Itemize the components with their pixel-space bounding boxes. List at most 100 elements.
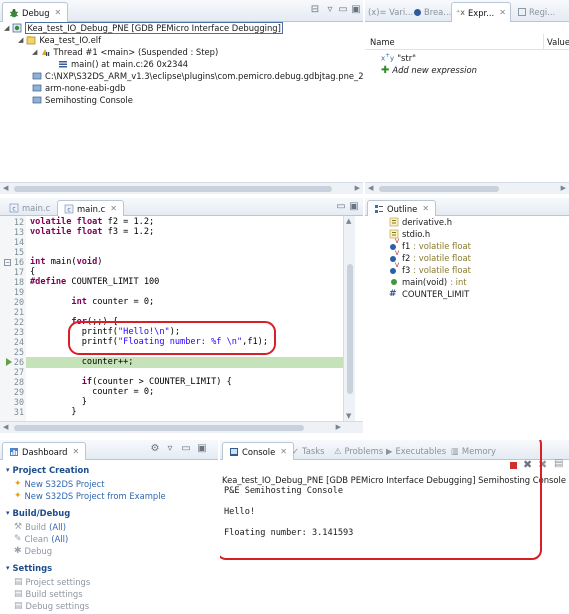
scroll-down-icon[interactable]: ▼ [346,412,351,420]
editor-hscroll[interactable]: ◀ ▶ [0,421,363,433]
close-icon[interactable]: ✕ [72,447,79,456]
close-icon[interactable]: ✕ [422,204,429,213]
tab-debug[interactable]: Debug ✕ [2,2,69,22]
outline-item-variable[interactable]: V f3 : volatile float [389,262,471,276]
build-all-link[interactable]: (All) [49,522,66,532]
expand-arrow-icon[interactable]: ◢ [18,36,23,44]
minimize-icon[interactable]: ▭ [180,443,192,455]
line-number: 18 [13,277,24,287]
launch-item[interactable]: ◢ Kea_test_IO_Debug_PNE [GDB PEMicro Int… [4,22,283,34]
link-project-settings[interactable]: ▤ Project settings [14,576,90,588]
gdb-path-item[interactable]: C:\NXP\S32DS_ARM_v1.3\eclipse\plugins\co… [32,70,363,82]
scroll-left-icon[interactable]: ◀ [3,184,8,192]
settings-icon[interactable]: ⚙ [149,443,161,455]
scroll-thumb[interactable] [14,425,304,431]
expressions-hscroll[interactable]: ◀ ▶ [365,182,569,194]
editor-vscroll[interactable]: ▲ ▼ [343,216,355,421]
column-value-header[interactable]: Value [547,37,569,47]
add-expression-row[interactable]: ✚ Add new expression [381,64,477,76]
scroll-left-icon[interactable]: ◀ [3,423,8,431]
collapse-arrow-icon[interactable]: ▾ [6,564,10,572]
link-build-settings[interactable]: ▤ Build settings [14,588,83,600]
scroll-right-icon[interactable]: ▶ [561,184,566,192]
outline-item-variable[interactable]: V f1 : volatile float [389,238,471,252]
minimize-icon[interactable]: ▭ [337,4,349,16]
tab-registers-label: Regi... [529,7,556,17]
outline-item-function[interactable]: main(void) : int [389,276,467,288]
action-clean[interactable]: ✎ Clean (All) [14,533,68,545]
line-number: 26 [13,357,24,367]
debug-hscroll[interactable]: ◀ ▶ [0,182,363,194]
scroll-up-icon[interactable]: ▲ [346,217,351,225]
minimize-icon[interactable]: ▭ [335,201,347,213]
tab-main-c-2-label: main.c [77,203,106,214]
add-expression-label: Add new expression [392,65,477,75]
svg-text:c: c [67,206,70,213]
outline-item-variable[interactable]: V f2 : volatile float [389,250,471,264]
outline-item-macro[interactable]: # COUNTER_LIMIT [389,288,469,300]
scroll-thumb[interactable] [379,186,499,192]
tab-main-c-1[interactable]: c main.c [3,200,56,216]
outline-icon [375,204,383,213]
frame-item[interactable]: main() at main.c:26 0x2344 [58,58,188,70]
tab-breakpoints-label: Brea... [424,7,452,17]
tab-variables[interactable]: (x)= Vari... [365,2,416,22]
maximize-icon[interactable]: ▣ [196,443,208,455]
maximize-icon[interactable]: ▣ [348,201,360,213]
section-settings[interactable]: ▾ Settings [6,562,52,574]
expand-arrow-icon[interactable]: ◢ [4,24,9,32]
close-icon[interactable]: ✕ [110,204,117,213]
code-line: int main(void) [30,257,103,267]
debug-label: Debug [24,546,53,556]
action-build[interactable]: ⚒ Build (All) [14,521,66,533]
gdb-item[interactable]: arm-none-eabi-gdb [32,82,125,94]
tab-dashboard[interactable]: Dashboard ✕ [2,442,87,460]
column-name-header[interactable]: Name [370,37,395,47]
scroll-right-icon[interactable]: ▶ [355,184,360,192]
code-line: counter++; [30,357,134,367]
maximize-icon[interactable]: ▣ [350,4,362,16]
tab-breakpoints[interactable]: Brea... [411,2,454,22]
tab-main-c-2[interactable]: c main.c ✕ [57,200,124,216]
debug-tabbar: Debug ✕ ⊟ ▿ ▭ ▣ [0,0,363,22]
thread-item[interactable]: ◢ Thread #1 <main> (Suspended : Step) [32,46,218,58]
link-new-project[interactable]: ✦ New S32DS Project [14,478,105,490]
scroll-thumb[interactable] [347,264,353,394]
link-label: New S32DS Project [24,479,105,489]
scroll-left-icon[interactable]: ◀ [368,184,373,192]
editor-tabbar: c main.c c main.c ✕ ▭ ▣ [0,198,363,216]
scroll-thumb[interactable] [14,186,332,192]
elf-item[interactable]: ◢ Kea_test_IO.elf [18,34,101,46]
link-new-project-example[interactable]: ✦ New S32DS Project from Example [14,490,166,502]
view-menu-icon[interactable]: ▿ [164,443,176,455]
collapse-icon[interactable]: ⊟ [309,4,321,16]
close-icon[interactable]: ✕ [499,8,506,17]
semihosting-item[interactable]: Semihosting Console [32,94,133,106]
outline-item-name: f3 [402,265,411,275]
link-debug-settings[interactable]: ▤ Debug settings [14,600,89,612]
section-project-creation[interactable]: ▾ Project Creation [6,464,89,476]
tab-dashboard-label: Dashboard [22,446,68,457]
section-build-debug[interactable]: ▾ Build/Debug [6,507,70,519]
outline-item-include[interactable]: derivative.h [389,216,452,228]
close-icon[interactable]: ✕ [55,8,62,17]
tab-outline[interactable]: Outline ✕ [367,200,437,216]
tab-registers[interactable]: Regi... [515,2,558,22]
action-debug[interactable]: ✱ Debug [14,545,52,557]
expression-row[interactable]: x+y "str" [381,52,416,64]
collapse-arrow-icon[interactable]: ▾ [6,466,10,474]
line-number: 30 [13,397,24,407]
collapse-arrow-icon[interactable]: ▾ [6,509,10,517]
launch-bug-icon [13,23,22,33]
expand-arrow-icon[interactable]: ◢ [32,48,37,56]
scroll-right-icon[interactable]: ▶ [336,423,341,431]
clean-all-link[interactable]: (All) [51,534,68,544]
expressions-header: Name Value [365,34,569,50]
clean-label: Clean [24,534,49,544]
scroll-lock-icon[interactable]: ▤ [554,458,563,469]
link-label: Build settings [25,589,83,599]
debug-view: Debug ✕ ⊟ ▿ ▭ ▣ ◢ Kea_test_IO_Debug_PNE … [0,0,363,198]
tab-expressions[interactable]: ⁺x Expr... ✕ [451,2,511,22]
view-menu-icon[interactable]: ▿ [324,4,336,16]
code-line: { [30,267,36,277]
